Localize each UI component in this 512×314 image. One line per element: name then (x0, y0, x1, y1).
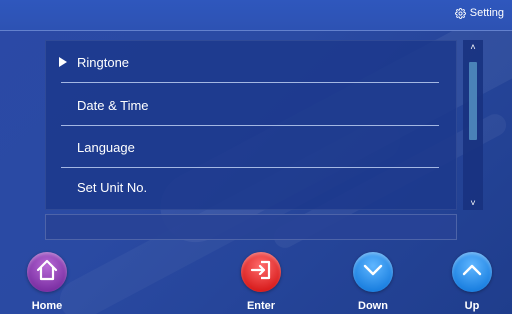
menu-item-set-unit-no[interactable]: Set Unit No. (59, 167, 439, 207)
menu-item-label: Set Unit No. (77, 179, 148, 195)
settings-menu: Ringtone Date & Time Language Set Unit N… (45, 40, 455, 210)
setting-title: Setting (454, 7, 504, 19)
top-bar: Setting (0, 0, 512, 31)
menu-item-label: Date & Time (77, 97, 149, 113)
scroll-up-button[interactable]: ˄ (463, 40, 483, 54)
intercom-settings-screen: Setting Ringtone Date & Time Language Se… (0, 0, 512, 314)
home-button-circle[interactable] (27, 252, 67, 292)
enter-button[interactable]: Enter (226, 252, 296, 314)
status-bar (45, 214, 457, 240)
settings-list-panel: Ringtone Date & Time Language Set Unit N… (45, 40, 457, 210)
scroll-thumb[interactable] (469, 62, 477, 140)
setting-label: Setting (469, 7, 504, 19)
chevron-down-icon (362, 263, 384, 282)
divider (61, 125, 439, 126)
up-button-circle[interactable] (452, 252, 492, 292)
menu-item-date-time[interactable]: Date & Time (59, 85, 439, 125)
menu-item-label: Ringtone (77, 54, 130, 70)
selection-arrow-icon (59, 55, 69, 70)
gear-icon (454, 7, 466, 19)
down-button[interactable]: Down (338, 252, 408, 314)
chevron-down-icon: ˅ (470, 198, 476, 208)
home-icon (35, 259, 59, 286)
home-label: Home (31, 300, 63, 312)
up-label: Up (464, 300, 480, 312)
enter-button-circle[interactable] (241, 252, 281, 292)
scrollbar[interactable]: ˄ ˅ (463, 40, 483, 210)
home-button[interactable]: Home (12, 252, 82, 314)
enter-icon (249, 259, 273, 286)
menu-item-language[interactable]: Language (59, 127, 439, 167)
down-button-circle[interactable] (353, 252, 393, 292)
up-button[interactable]: Up (437, 252, 507, 314)
down-label: Down (358, 300, 388, 312)
menu-item-ringtone[interactable]: Ringtone (59, 42, 439, 82)
scroll-down-button[interactable]: ˅ (463, 196, 483, 210)
enter-label: Enter (246, 300, 276, 312)
menu-item-label: Language (77, 139, 135, 155)
chevron-up-icon (461, 263, 483, 282)
bottom-navigation: Home Enter Down Up (0, 248, 512, 314)
divider (61, 82, 439, 83)
chevron-up-icon: ˄ (470, 42, 476, 52)
